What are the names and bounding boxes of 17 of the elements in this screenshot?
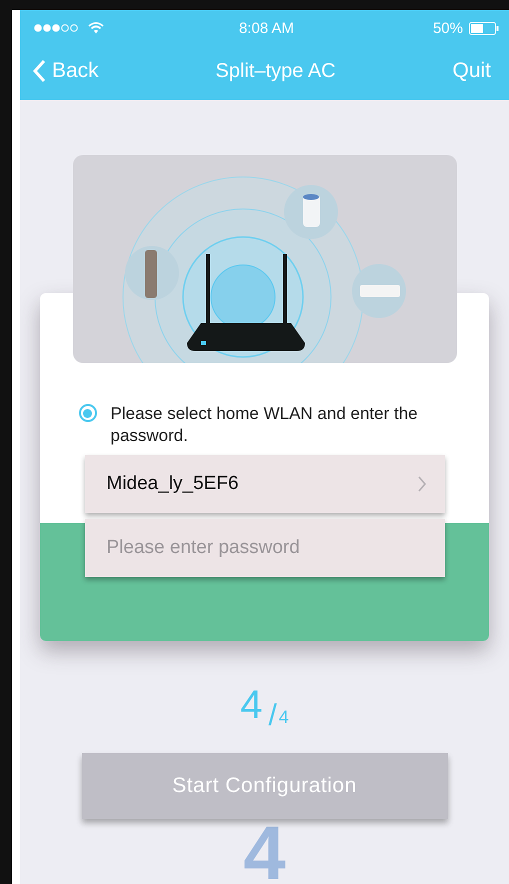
step-total: 4 xyxy=(278,707,289,728)
quit-button[interactable]: Quit xyxy=(452,59,491,83)
radio-button[interactable] xyxy=(78,404,96,422)
battery-percent: 50% xyxy=(432,20,463,36)
step-background-numeral: 4 xyxy=(243,825,286,883)
battery-icon xyxy=(468,22,499,34)
password-field[interactable]: Please enter password xyxy=(84,519,444,577)
step-current: 4 xyxy=(240,683,262,727)
status-time: 8:08 AM xyxy=(238,20,294,36)
network-select-field[interactable]: Midea_ly_5EF6 xyxy=(84,455,444,513)
chevron-right-icon xyxy=(416,475,426,493)
wifi-icon xyxy=(88,22,104,34)
step-separator: / xyxy=(268,701,277,731)
instruction-text: Please select home WLAN and enter the password. xyxy=(110,403,419,447)
page-title: Split–type AC xyxy=(216,60,336,82)
back-chevron-icon xyxy=(32,59,46,83)
back-button[interactable]: Back xyxy=(32,59,99,83)
